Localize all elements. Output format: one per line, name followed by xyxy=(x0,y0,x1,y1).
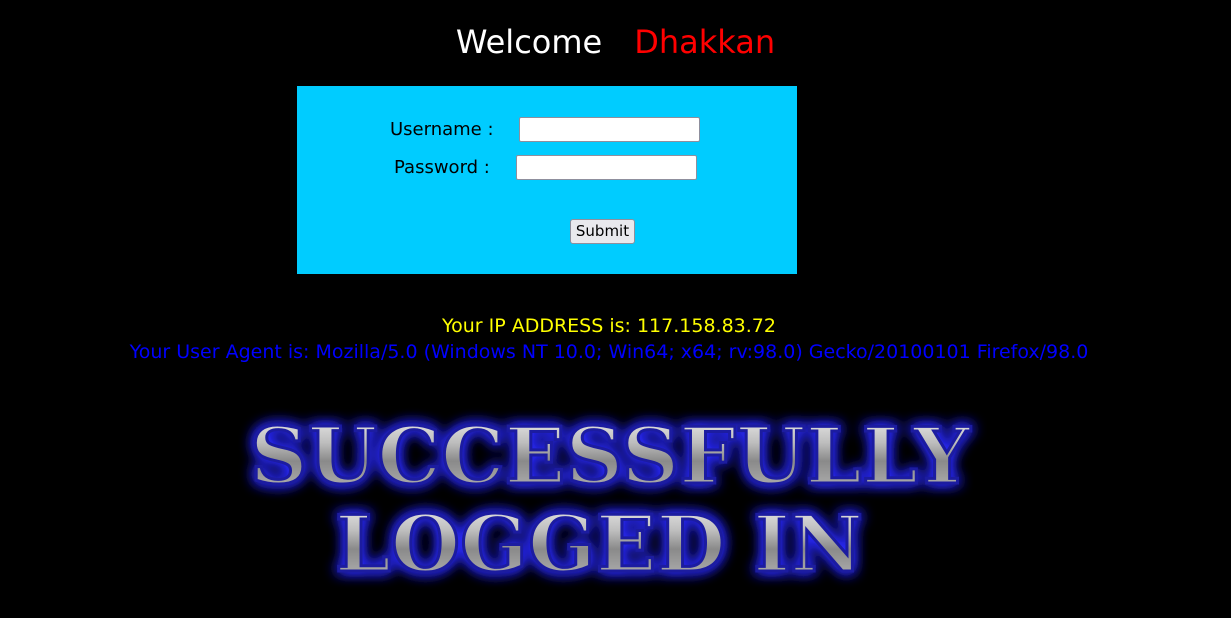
username-input[interactable] xyxy=(519,117,700,142)
login-form: Username : Password : Submit xyxy=(297,86,797,274)
welcome-heading: Welcome Dhakkan xyxy=(0,22,1231,62)
username-row: Username : xyxy=(297,117,797,143)
ip-address-text: Your IP ADDRESS is: 117.158.83.72 xyxy=(442,315,776,337)
password-input[interactable] xyxy=(516,155,697,180)
user-agent-text: Your User Agent is: Mozilla/5.0 (Windows… xyxy=(129,341,1089,363)
welcome-name: Dhakkan xyxy=(634,23,776,61)
success-banner-line1: SUCCESSFULLY xyxy=(250,411,971,502)
password-row: Password : xyxy=(297,155,797,181)
username-label: Username : xyxy=(390,119,494,140)
success-banner-image: SUCCESSFULLY LOGGED IN xyxy=(249,410,973,592)
welcome-text: Welcome xyxy=(455,23,603,61)
success-banner-line2: LOGGED IN xyxy=(335,499,863,590)
submit-button[interactable]: Submit xyxy=(570,219,635,244)
page: Welcome Dhakkan Username : Password : Sub… xyxy=(0,0,1231,618)
password-label: Password : xyxy=(394,157,490,178)
